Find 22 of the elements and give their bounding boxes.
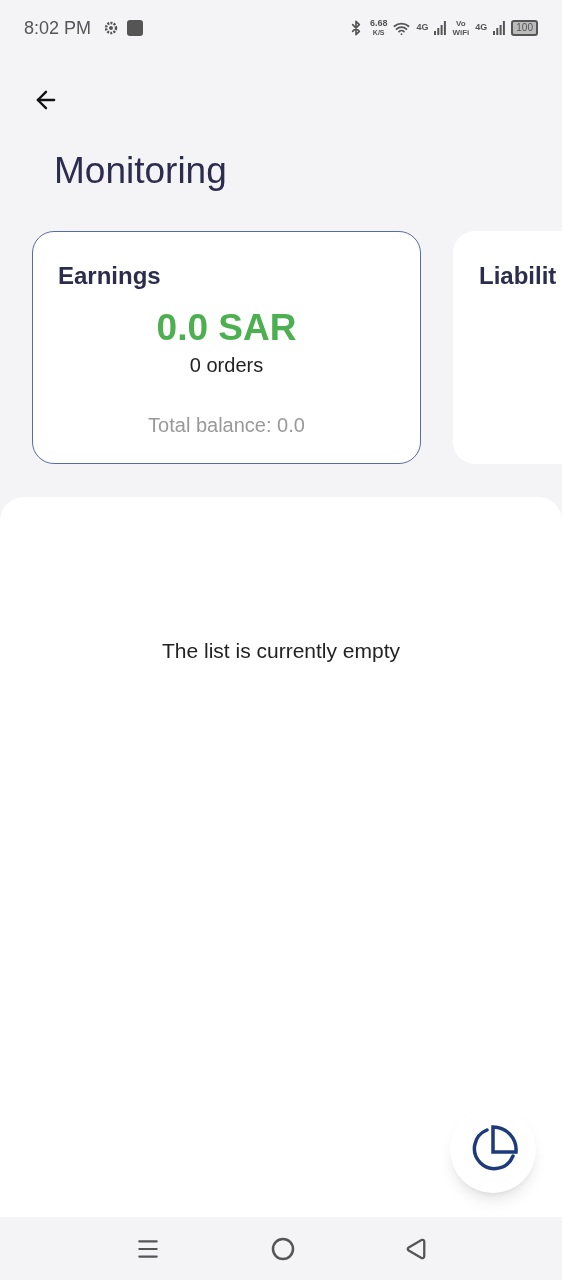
battery-icon: 100 bbox=[511, 20, 538, 36]
total-balance: Total balance: 0.0 bbox=[147, 413, 306, 438]
speed-value: 6.68 bbox=[369, 19, 388, 28]
summary-card[interactable]: Liabilit bbox=[453, 231, 562, 464]
card-title: Liabilit bbox=[478, 261, 558, 291]
earnings-amount: 0.0 SAR bbox=[155, 306, 298, 350]
vowifi-label: Vo bbox=[456, 19, 466, 28]
card-title: Earnings bbox=[57, 261, 162, 291]
empty-message: The list is currently empty bbox=[161, 638, 401, 664]
network-label: 4G bbox=[475, 21, 488, 34]
orders-count: 0 orders bbox=[188, 353, 265, 378]
signal-icon bbox=[434, 21, 447, 35]
vowifi-label: WiFi bbox=[452, 28, 470, 37]
signal-icon bbox=[493, 21, 506, 35]
page-title: Monitoring bbox=[53, 149, 228, 193]
network-label: 4G bbox=[416, 21, 429, 34]
gear-icon bbox=[103, 20, 120, 36]
home-icon[interactable] bbox=[271, 1236, 295, 1261]
status-time: 8:02 PM bbox=[24, 16, 92, 40]
summary-card[interactable]: Earnings 0.0 SAR 0 orders Total balance: 0.0 bbox=[32, 231, 421, 464]
back-icon[interactable] bbox=[405, 1237, 427, 1260]
square-icon bbox=[127, 20, 144, 36]
